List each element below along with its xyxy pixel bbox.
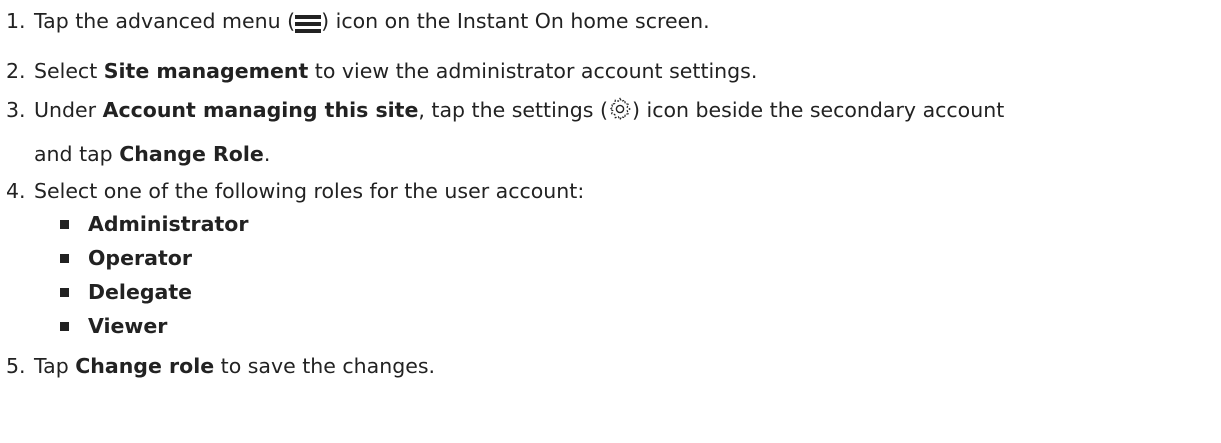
bullet-icon	[60, 322, 69, 331]
step-number: 3.	[6, 98, 26, 122]
instructions: 1. Tap the advanced menu ( ) icon on the …	[0, 0, 1221, 443]
step-number: 4.	[6, 179, 26, 203]
step-text: Under	[34, 98, 103, 122]
step-number: 1.	[6, 9, 26, 33]
gear-icon	[608, 97, 632, 121]
role-delegate: Delegate	[88, 280, 193, 304]
step-text: Select one of the following roles for th…	[34, 179, 585, 203]
step-number: 2.	[6, 59, 26, 83]
change-role-label: Change Role	[119, 142, 264, 166]
role-viewer: Viewer	[88, 314, 168, 338]
bullet-icon	[60, 220, 69, 229]
account-managing-label: Account managing this site	[102, 98, 419, 122]
bullet-icon	[60, 288, 69, 297]
step-text: Select	[34, 59, 104, 83]
step-text: Tap the advanced menu (	[34, 9, 296, 33]
step-text: , tap the settings (	[418, 98, 608, 122]
step-text: ) icon beside the secondary account	[631, 98, 1005, 122]
step-text: and tap	[34, 142, 120, 166]
role-administrator: Administrator	[88, 212, 249, 236]
change-role-label: Change role	[75, 354, 215, 378]
step-text: to view the administrator account settin…	[308, 59, 758, 83]
site-management-label: Site management	[103, 59, 309, 83]
step-number: 5.	[6, 354, 26, 378]
bullet-icon	[60, 254, 69, 263]
step-text: to save the changes.	[214, 354, 436, 378]
hamburger-menu-icon	[295, 10, 322, 33]
step-text: .	[263, 142, 271, 166]
role-operator: Operator	[88, 246, 192, 270]
step-text: Tap	[34, 354, 76, 378]
step-text: ) icon on the Instant On home screen.	[321, 9, 710, 33]
